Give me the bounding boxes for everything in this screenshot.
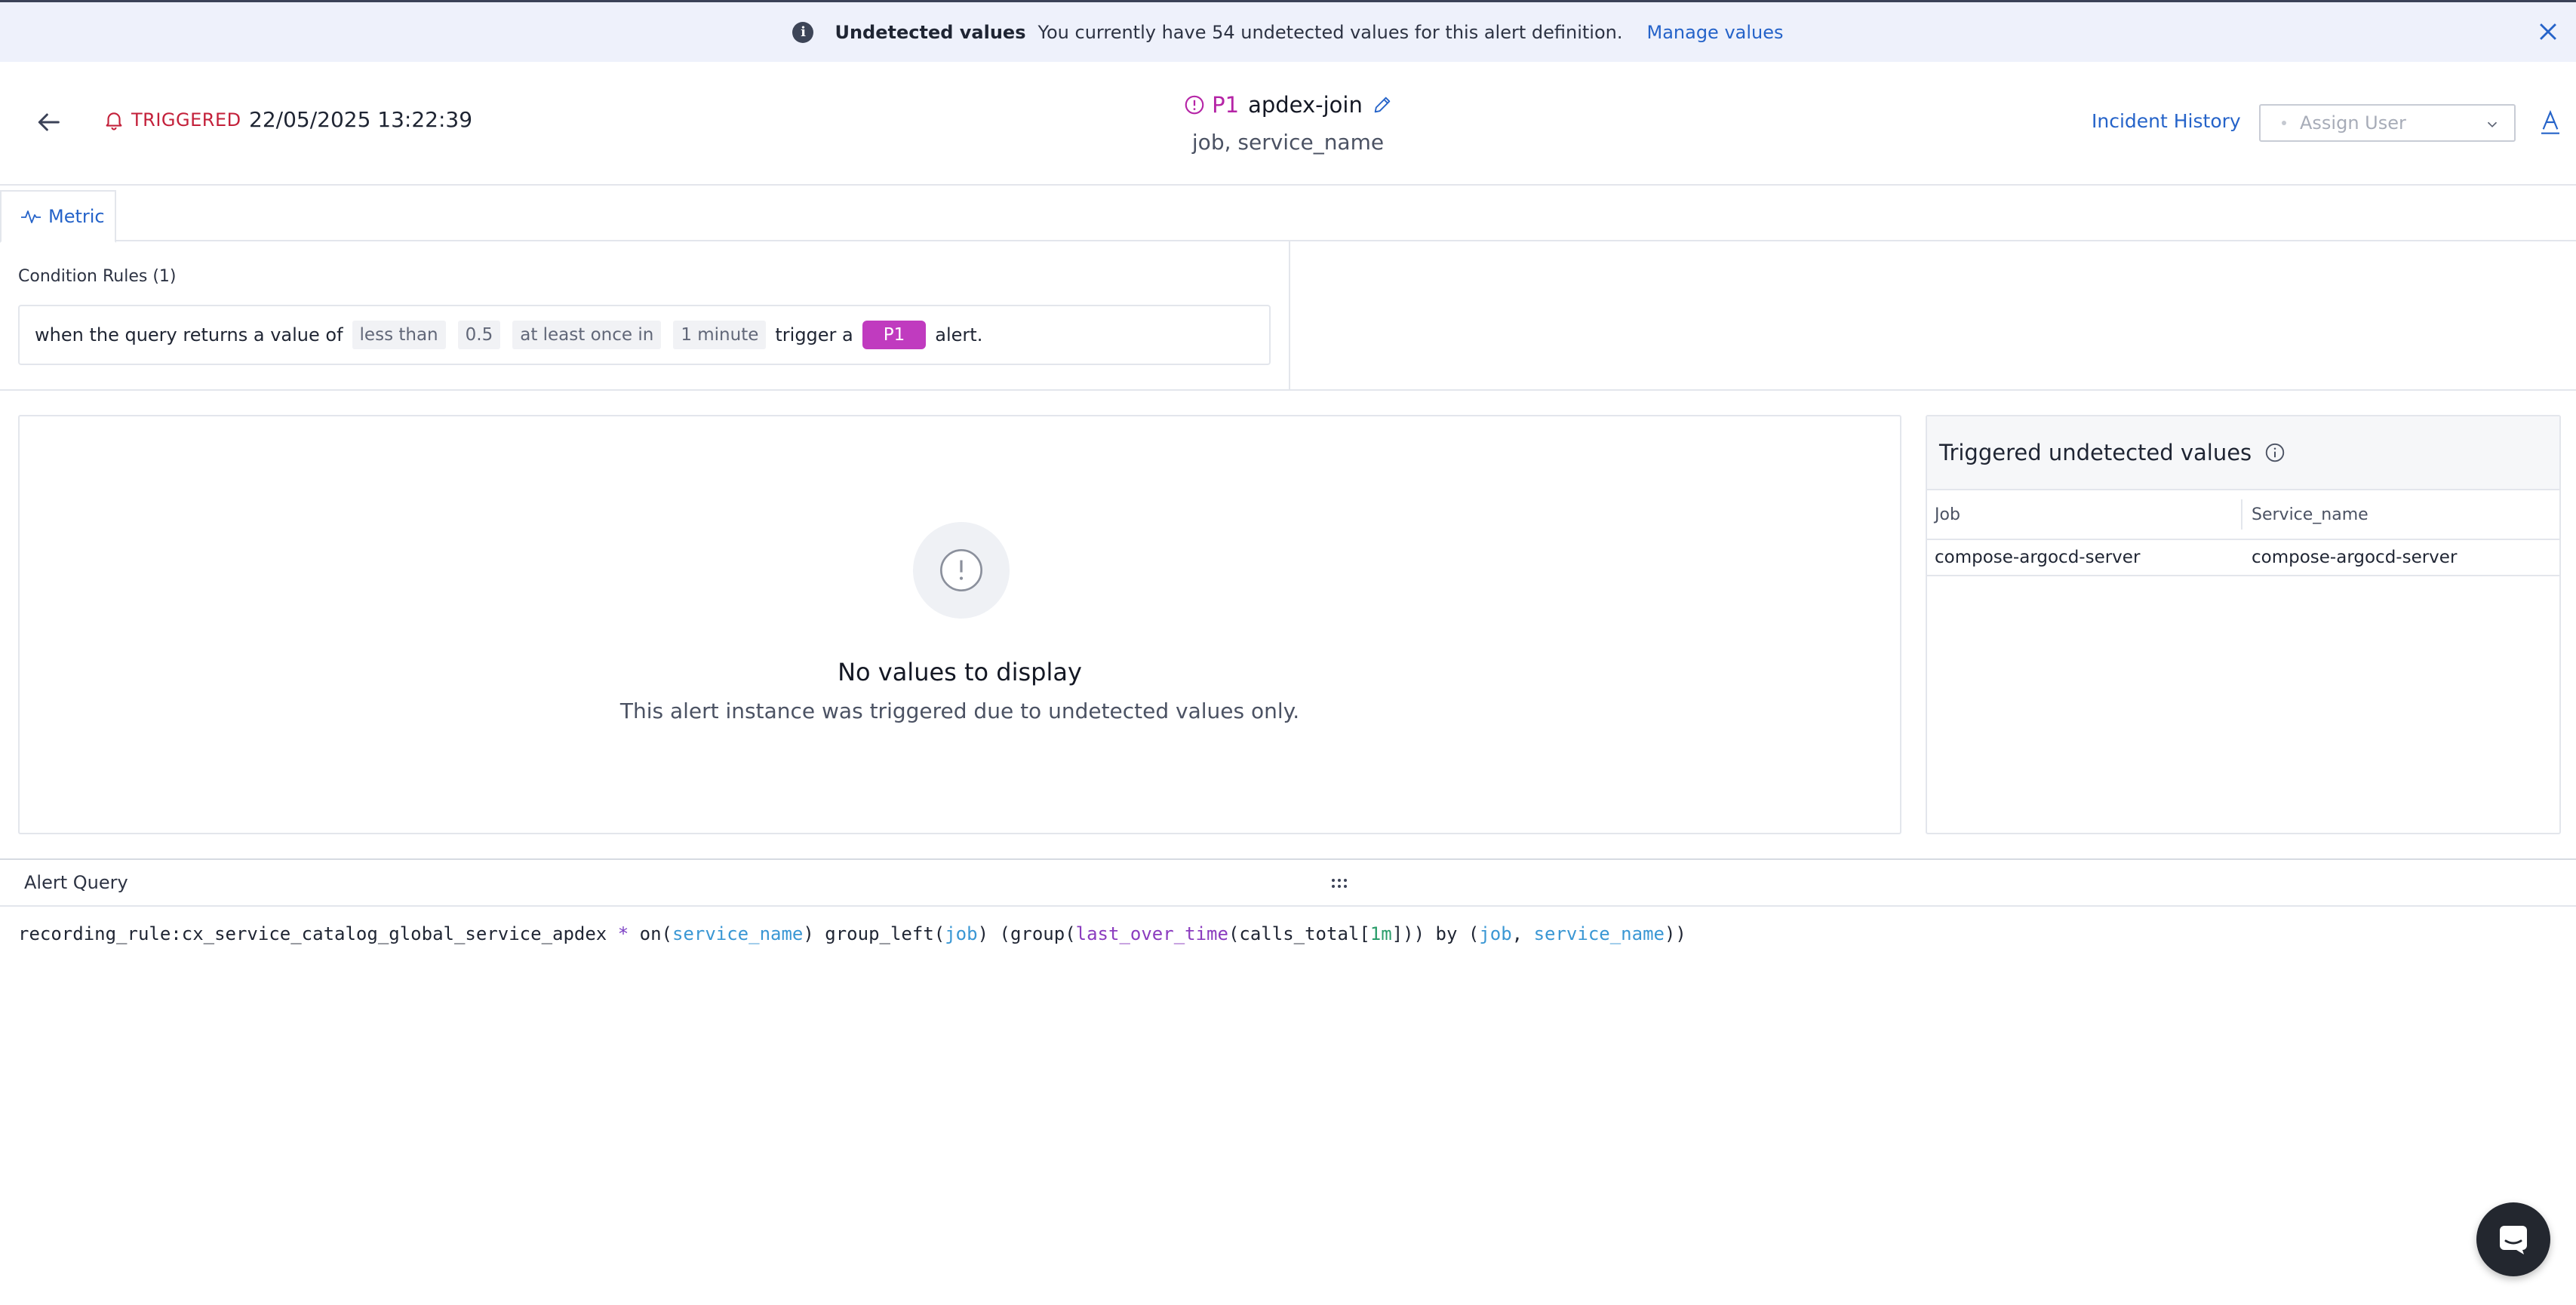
rule-frequency: at least once in xyxy=(512,321,662,349)
undetected-values-table: Job Service_name compose-argocd-server c… xyxy=(1927,490,2559,576)
tab-metric[interactable]: Metric xyxy=(0,190,116,243)
alert-query-code[interactable]: recording_rule:cx_service_catalog_global… xyxy=(18,923,1686,944)
query-label-job: job xyxy=(1479,923,1512,944)
query-operator: * xyxy=(617,923,629,944)
query-label-service-name: service_name xyxy=(1533,923,1665,944)
alert-name: apdex-join xyxy=(1248,92,1363,118)
tab-bar: Metric xyxy=(0,186,2576,243)
banner-title: Undetected values xyxy=(835,21,1026,43)
query-paren: ( xyxy=(661,923,672,944)
priority-label: P1 xyxy=(1212,92,1240,118)
empty-state-title: No values to display xyxy=(838,658,1082,686)
info-outline-icon[interactable] xyxy=(2264,441,2286,464)
rule-priority-badge: P1 xyxy=(862,321,927,349)
rule-window: 1 minute xyxy=(673,321,767,349)
chat-icon xyxy=(2500,1226,2527,1254)
group-by-fields: job, service_name xyxy=(1191,130,1385,155)
chevron-down-icon xyxy=(2487,121,2498,127)
query-paren: ( xyxy=(1457,923,1480,944)
pulse-icon xyxy=(21,210,41,223)
query-function-last-over-time: last_over_time xyxy=(1075,923,1228,944)
rule-suffix: alert. xyxy=(935,324,983,345)
chart-empty-panel: No values to display This alert instance… xyxy=(18,415,1901,834)
query-metric-calls-total: (calls_total[ xyxy=(1228,923,1370,944)
query-separator: , xyxy=(1511,923,1534,944)
column-header-service-name[interactable]: Service_name xyxy=(2242,490,2559,539)
query-paren: ( xyxy=(1065,923,1076,944)
rule-operator: less than xyxy=(352,321,446,349)
assign-user-select[interactable]: Assign User xyxy=(2259,104,2516,142)
rule-trigger-text: trigger a xyxy=(775,324,853,345)
close-icon[interactable] xyxy=(2535,19,2561,45)
alert-query-bar: Alert Query xyxy=(0,858,2576,907)
alert-header: TRIGGERED 22/05/2025 13:22:39 P1 apdex-j… xyxy=(0,62,2576,186)
empty-state-icon-wrap xyxy=(913,522,1010,619)
empty-state-description: This alert instance was triggered due to… xyxy=(619,699,1300,723)
cell-service-name: compose-argocd-server xyxy=(2252,548,2458,567)
banner-message: You currently have 54 undetected values … xyxy=(1037,21,1623,43)
rule-prefix: when the query returns a value of xyxy=(35,324,343,345)
query-metric: recording_rule:cx_service_catalog_global… xyxy=(18,923,618,944)
query-label-service-name: service_name xyxy=(672,923,804,944)
condition-rules-panel: Condition Rules (1) when the query retur… xyxy=(0,241,1290,389)
query-keyword-on: on xyxy=(639,923,662,944)
query-label-job: job xyxy=(945,923,978,944)
table-header: Job Service_name xyxy=(1927,490,2559,540)
condition-area: Condition Rules (1) when the query retur… xyxy=(0,241,2576,391)
query-paren: ) ( xyxy=(977,923,1010,944)
query-function-group: group xyxy=(1010,923,1065,944)
incident-history-link[interactable]: Incident History xyxy=(2092,110,2241,132)
rule-threshold: 0.5 xyxy=(457,321,501,349)
notification-banner: i Undetected values You currently have 5… xyxy=(0,0,2576,62)
undetected-values-title: Triggered undetected values xyxy=(1939,440,2252,465)
column-header-job[interactable]: Job xyxy=(1927,499,2242,530)
chat-support-button[interactable] xyxy=(2476,1202,2550,1276)
query-paren: ])) xyxy=(1391,923,1436,944)
undetected-values-panel: Triggered undetected values Job Service_… xyxy=(1926,415,2561,834)
alert-circle-icon xyxy=(940,549,982,591)
query-paren: ) xyxy=(803,923,825,944)
tab-metric-label: Metric xyxy=(48,206,105,227)
condition-rules-heading: Condition Rules (1) xyxy=(18,267,177,286)
priority-alert-icon xyxy=(1185,95,1204,115)
query-paren: ( xyxy=(933,923,945,944)
manage-values-link[interactable]: Manage values xyxy=(1646,22,1783,43)
query-space xyxy=(629,923,639,944)
query-keyword-by: by xyxy=(1435,923,1458,944)
info-icon: i xyxy=(792,21,814,43)
undetected-values-header: Triggered undetected values xyxy=(1927,416,2559,490)
cell-job: compose-argocd-server xyxy=(1935,548,2141,567)
table-row[interactable]: compose-argocd-server compose-argocd-ser… xyxy=(1927,540,2559,576)
condition-rule: when the query returns a value of less t… xyxy=(18,305,1271,365)
font-size-icon[interactable] xyxy=(2538,109,2562,136)
user-dot-icon xyxy=(2282,121,2286,125)
alert-query-title: Alert Query xyxy=(24,872,128,893)
drag-handle-icon[interactable] xyxy=(1329,877,1349,890)
query-duration: 1m xyxy=(1369,923,1392,944)
pencil-icon[interactable] xyxy=(1372,94,1393,115)
query-keyword-group-left: group_left xyxy=(825,923,934,944)
assign-user-placeholder: Assign User xyxy=(2300,112,2406,134)
query-paren: )) xyxy=(1664,923,1686,944)
